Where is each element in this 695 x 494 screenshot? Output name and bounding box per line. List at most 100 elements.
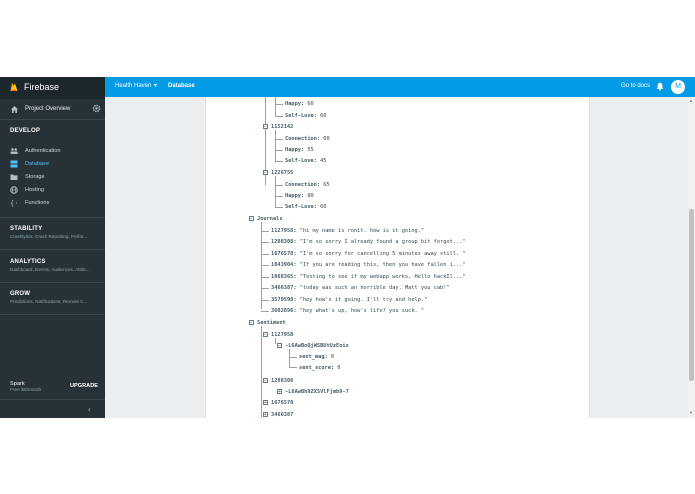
sidebar-item-functions[interactable]: {·} Functions [0,196,105,209]
database-icon [10,160,18,168]
scroll-down-icon[interactable]: ▼ [689,410,693,415]
sidebar-item-storage[interactable]: Storage [0,170,105,183]
tree-row-connection[interactable]: Connection: 60 [285,136,330,142]
tree-row-connection[interactable]: Connection: 65 [285,182,330,188]
tree-key: Self-Love: [285,158,317,164]
tree-connector [275,130,276,161]
tree-value: "today was such an horrible day. Matt yo… [299,285,450,291]
tree-key: 1676570 [271,251,294,257]
gear-icon[interactable] [92,104,101,113]
brand-name: Firebase [24,82,60,92]
collapse-toggle[interactable]: − [277,343,282,349]
collapse-toggle[interactable]: − [249,216,254,222]
collapse-toggle[interactable]: − [263,332,268,338]
tree-key: 1208308 [271,239,294,245]
tree-connector [275,116,283,117]
tree-row-happy[interactable]: Happy: 60 [285,101,314,107]
globe-icon [10,186,18,194]
tree-row-happy[interactable]: Happy: 55 [285,147,314,153]
expand-toggle[interactable]: + [263,412,268,418]
scroll-up-icon[interactable]: ▲ [689,98,693,103]
avatar[interactable]: M [671,80,685,94]
tree-row-happy[interactable]: Happy: 80 [285,193,314,199]
tree-node-1208308[interactable]: 1208308 [271,378,293,384]
tree-connector [261,326,262,418]
journal-entry[interactable]: 1208308: "I'm so sorry I already found a… [271,239,466,245]
sidebar-item-authentication[interactable]: Authentication [0,144,105,157]
journal-entry[interactable]: 1868365: "Testing to see if my webapp wo… [271,274,466,280]
tree-row-sent-score[interactable]: sent_score: 0 [299,365,341,371]
tree-key: Self-Love: [285,204,317,210]
project-overview-label: Project Overview [25,106,71,112]
svg-text:{·}: {·} [10,200,18,207]
scrollbar[interactable]: ▲ ▼ [688,97,695,418]
upgrade-button[interactable]: UPGRADE [70,383,98,389]
firebase-console: Firebase Project Overview DEVELOP Authen… [0,77,695,418]
top-bar: Health Haven ▾ Database Go to docs M [105,77,695,97]
tree-value: 45 [320,158,327,164]
tree-value: "hey what's up, how's life? you suck. " [299,308,425,314]
expand-toggle[interactable]: + [277,389,282,395]
expand-toggle[interactable]: + [263,400,268,406]
journal-entry[interactable]: 3602896: "hey what's up, how's life? you… [271,308,424,314]
tree-connector [275,97,276,116]
sidebar-item-label: Functions [25,199,50,206]
stability-section-subtitle: Crashlytics, Crash Reporting, Perfor... [10,234,88,239]
journal-entry[interactable]: 3466387: "today was such an horrible day… [271,285,450,291]
sidebar-item-label: Storage [25,173,45,180]
analytics-section-title: ANALYTICS [10,259,46,265]
collapse-toggle[interactable]: − [249,320,254,326]
tree-connector [275,196,283,197]
firebase-logo-icon [10,82,18,91]
tree-connector [261,288,269,289]
tree-row-sent-mag[interactable]: sent_mag: 0 [299,354,334,360]
tree-row-self-love[interactable]: Self-Love: 60 [285,204,326,210]
tree-value: 60 [307,101,314,107]
tree-row-self-love[interactable]: Self-Love: 45 [285,158,326,164]
page-title: Database [168,83,195,89]
bell-icon[interactable] [656,82,664,91]
tree-connector [289,367,297,368]
tree-node-push-id[interactable]: -L6AwBoQjWSBUtUzEois [285,343,349,349]
tree-connector [275,176,276,207]
tree-value: "I'm so sorry I already found a group bi… [299,239,466,245]
collapse-sidebar-button[interactable]: ‹ [0,399,105,418]
tree-value: 0 [337,365,341,371]
journal-entry[interactable]: 1843904: "If you are reading this, then … [271,262,466,268]
tree-row-self-love[interactable]: Self-Love: 60 [285,113,326,119]
journal-entry[interactable]: 1127958: "hi my name is ronit. how is it… [271,228,424,234]
sidebar-item-hosting[interactable]: Hosting [0,183,105,196]
tree-key: 3466387 [271,412,294,418]
tree-key: 1127958 [271,228,294,234]
people-icon [10,148,18,154]
collapse-toggle[interactable]: − [263,170,268,176]
tree-node-1676570[interactable]: 1676570 [271,400,293,406]
scrollbar-thumb[interactable] [689,209,694,381]
journal-entry[interactable]: 1676570: "I'm so sorry for cancelling 5 … [271,251,466,257]
tree-connector [261,242,269,243]
collapse-toggle[interactable]: − [263,378,268,384]
tree-value: "Testing to see if my webapp works, Hell… [299,274,466,280]
chevron-down-icon[interactable]: ▾ [154,82,157,89]
grow-section-subtitle: Predictions, Notifications, Remote C... [10,299,88,304]
collapse-toggle[interactable]: − [263,124,268,130]
tree-connector [275,161,283,162]
sidebar-item-label: Database [25,160,49,167]
tree-connector [261,254,269,255]
tree-node-push-id[interactable]: -L6AwBh9ZXSVlFjmb9-7 [285,389,349,395]
sidebar-item-database[interactable]: Database [0,157,105,170]
tree-key: Self-Love: [285,113,317,119]
go-to-docs-link[interactable]: Go to docs [621,83,650,89]
tree-key: Happy: [285,193,305,199]
project-overview-row[interactable]: Project Overview [0,99,105,120]
tree-connector [261,277,269,278]
database-content: Happy: 60 Self-Love: 60 − 1152142 Connec… [105,97,695,418]
storage-icon [10,174,18,180]
sidebar-divider [0,249,105,250]
project-selector[interactable]: Health Haven [115,83,151,89]
tree-connector [275,185,283,186]
journal-entry[interactable]: 3570598: "hey how's it going. I'll try a… [271,297,427,303]
tree-connector [261,265,269,266]
home-icon [11,106,18,113]
tree-node-3466387[interactable]: 3466387 [271,412,293,418]
